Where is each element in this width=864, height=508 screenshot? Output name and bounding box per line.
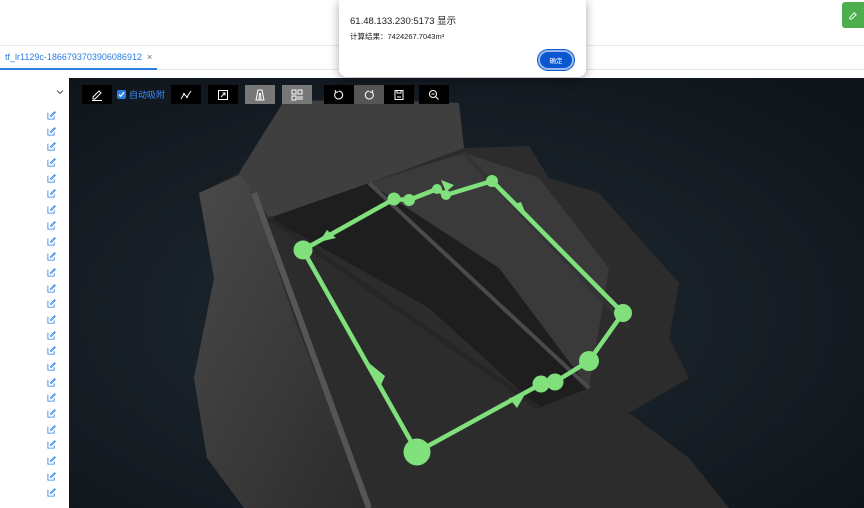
edit-icon[interactable] (47, 362, 56, 371)
edit-icon[interactable] (47, 393, 56, 402)
volume-button[interactable] (245, 85, 276, 104)
drawing-toolbar: 自动吸附 (82, 85, 456, 104)
zoom-out-button[interactable] (419, 85, 450, 104)
edit-icon[interactable] (47, 142, 56, 151)
edit-icon[interactable] (47, 456, 56, 465)
polyline-icon (180, 90, 192, 99)
export-icon (218, 89, 229, 100)
vertex-point[interactable] (387, 192, 401, 206)
edit-icon[interactable] (47, 471, 56, 481)
redo-button[interactable] (354, 85, 385, 104)
edit-icon[interactable] (47, 236, 56, 246)
edit-icon[interactable] (47, 424, 56, 434)
draw-pen-button[interactable] (82, 85, 112, 104)
point-cloud-scene (69, 78, 864, 508)
edit-icon[interactable] (47, 440, 56, 449)
dialog-title: 61.48.133.230:5173 显示 (350, 16, 457, 27)
3d-viewport[interactable] (69, 78, 864, 508)
edit-icon[interactable] (47, 252, 56, 261)
sidebar-edit-list (47, 111, 59, 503)
edit-corner-button[interactable] (842, 2, 864, 28)
edit-icon[interactable] (47, 283, 56, 293)
auto-snap-checkbox[interactable]: 自动吸附 (117, 88, 165, 101)
undo-icon (334, 89, 344, 99)
tab-active[interactable]: tf_lr1129c-1866793703906086912 × (0, 46, 158, 70)
pen-icon (92, 89, 102, 101)
polyline-button[interactable] (171, 85, 202, 104)
alert-dialog: 61.48.133.230:5173 显示 计算结果：7424267.7043m… (339, 0, 586, 77)
edit-icon[interactable] (47, 189, 56, 198)
close-icon[interactable]: × (147, 52, 152, 62)
vertex-point[interactable] (486, 175, 498, 187)
dialog-message: 计算结果：7424267.7043m³ (350, 32, 445, 41)
tab-label: tf_lr1129c-1866793703906086912 (5, 52, 142, 62)
vertex-point[interactable] (614, 304, 632, 322)
edit-icon[interactable] (47, 377, 56, 387)
edit-icon[interactable] (47, 158, 56, 167)
edit-icon[interactable] (47, 173, 56, 183)
checkbox-checked-icon[interactable] (117, 90, 126, 99)
edit-icon[interactable] (47, 111, 56, 120)
save-button[interactable] (384, 85, 415, 104)
undo-button[interactable] (324, 85, 355, 104)
grid-button[interactable] (282, 85, 313, 104)
edit-icon[interactable] (47, 409, 56, 418)
volume-icon (255, 89, 265, 100)
redo-icon (364, 89, 374, 99)
edit-icon[interactable] (47, 346, 56, 355)
edit-icon[interactable] (47, 487, 56, 497)
export-button[interactable] (208, 85, 239, 104)
edit-icon[interactable] (47, 330, 56, 340)
chevron-down-icon[interactable] (55, 87, 65, 97)
vertex-point[interactable] (403, 194, 415, 206)
save-icon (394, 89, 404, 100)
vertex-point[interactable] (403, 438, 431, 466)
vertex-point[interactable] (432, 184, 442, 194)
edit-icon[interactable] (47, 299, 56, 308)
vertex-point[interactable] (293, 240, 313, 260)
sidebar (0, 70, 69, 508)
edit-icon[interactable] (47, 220, 56, 230)
edit-icon[interactable] (47, 205, 56, 214)
edit-icon[interactable] (47, 126, 56, 136)
dialog-ok-button[interactable]: 确定 (538, 50, 574, 70)
vertex-point[interactable] (579, 351, 599, 371)
auto-snap-label: 自动吸附 (129, 90, 166, 100)
edit-icon[interactable] (47, 315, 56, 324)
vertex-point[interactable] (532, 375, 550, 393)
edit-icon (848, 11, 857, 20)
vertex-point[interactable] (441, 190, 451, 200)
zoom-out-icon (429, 89, 439, 100)
edit-icon[interactable] (47, 268, 56, 277)
grid-icon (291, 89, 303, 100)
